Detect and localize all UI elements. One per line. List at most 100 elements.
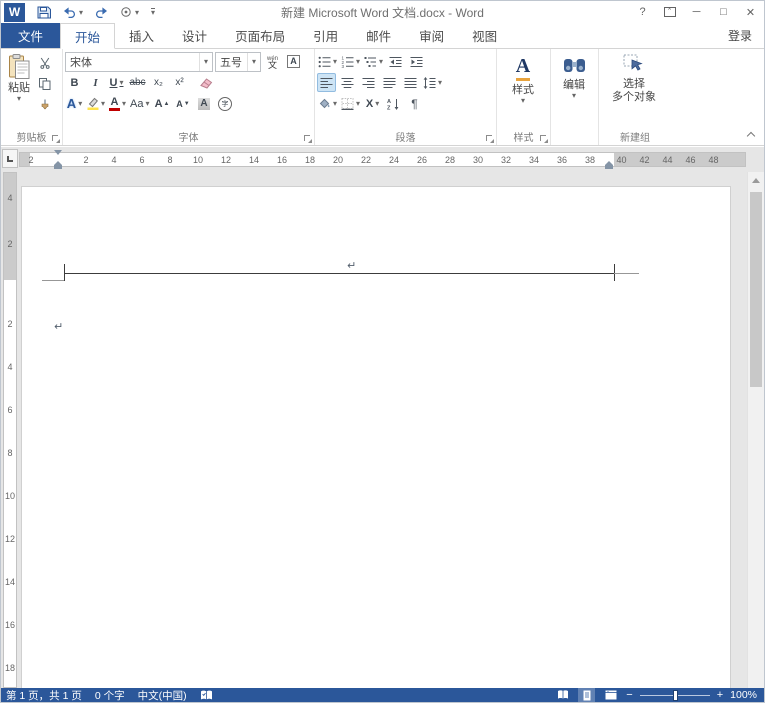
tab-references[interactable]: 引用	[299, 23, 352, 48]
cut-button[interactable]	[35, 53, 54, 72]
character-shading-button[interactable]: A	[195, 94, 214, 113]
font-name-dropdown-arrow[interactable]: ▾	[199, 53, 212, 71]
decrease-indent-icon	[389, 56, 402, 68]
document-page[interactable]: ↵ ↵	[21, 186, 731, 688]
italic-button[interactable]: I	[86, 73, 105, 92]
bullets-button[interactable]	[317, 52, 338, 71]
tab-view[interactable]: 视图	[458, 23, 511, 48]
multilevel-list-button[interactable]	[363, 52, 384, 71]
close-button[interactable]: ✕	[737, 1, 764, 23]
font-color-button[interactable]: A	[108, 94, 127, 113]
highlight-button[interactable]	[86, 94, 106, 113]
word-count-status[interactable]: 0 个字	[95, 688, 125, 703]
font-size-dropdown-arrow[interactable]: ▾	[247, 53, 260, 71]
zoom-in-button[interactable]: +	[717, 690, 723, 701]
enclose-characters-button[interactable]: 字	[216, 94, 235, 113]
subscript-button[interactable]: x₂	[149, 73, 168, 92]
select-multiple-objects-button[interactable]: 选择 多个对象	[601, 51, 667, 128]
font-name-combo[interactable]: 宋体▾	[65, 52, 213, 72]
styles-dialog-launcher[interactable]	[539, 134, 548, 143]
proofing-status-button[interactable]	[200, 690, 213, 701]
ruler-margin-numbers-right: 4042444648	[610, 152, 725, 167]
asian-layout-button[interactable]: X	[363, 94, 382, 113]
distribute-button[interactable]	[401, 73, 420, 92]
change-case-button[interactable]: Aa	[129, 94, 150, 113]
paste-button[interactable]: 粘贴 ▾	[3, 51, 35, 128]
tab-selector-button[interactable]	[2, 149, 18, 168]
clipboard-dialog-launcher[interactable]	[51, 134, 60, 143]
zoom-slider[interactable]	[640, 695, 710, 696]
collapse-ribbon-button[interactable]	[744, 128, 758, 140]
format-painter-button[interactable]	[35, 95, 54, 114]
page-number-status[interactable]: 第 1 页，共 1 页	[6, 688, 82, 703]
superscript-button[interactable]: x²	[170, 73, 189, 92]
styles-button[interactable]: A 样式 ▾	[499, 51, 547, 128]
shrink-font-button[interactable]: A▼	[174, 94, 193, 113]
signin-link[interactable]: 登录	[716, 23, 764, 48]
tab-insert[interactable]: 插入	[115, 23, 168, 48]
font-dialog-launcher[interactable]	[303, 134, 312, 143]
save-button[interactable]	[37, 6, 51, 19]
text-effects-button[interactable]: A	[65, 94, 84, 113]
print-layout-view-button[interactable]	[578, 688, 595, 702]
decrease-indent-button[interactable]	[386, 52, 405, 71]
touch-mode-button[interactable]	[120, 6, 139, 18]
title-bar: W ▾ 新建 Microsoft Word 文档.docx - Word ? ⌃…	[1, 1, 764, 23]
hanging-indent-marker[interactable]	[54, 161, 62, 169]
vertical-ruler-numbers: 24681012141618	[1, 302, 19, 688]
tab-stop-icon	[7, 156, 13, 162]
tab-file[interactable]: 文件	[1, 23, 60, 48]
increase-indent-button[interactable]	[407, 52, 426, 71]
scrollbar-thumb[interactable]	[750, 192, 762, 387]
tab-page-layout[interactable]: 页面布局	[221, 23, 299, 48]
zoom-out-button[interactable]: −	[626, 690, 632, 701]
help-button[interactable]: ?	[629, 1, 656, 23]
horizontal-line[interactable]	[64, 273, 614, 274]
zoom-slider-thumb[interactable]	[673, 690, 678, 701]
tab-design[interactable]: 设计	[168, 23, 221, 48]
tab-mailings[interactable]: 邮件	[352, 23, 405, 48]
justify-button[interactable]	[380, 73, 399, 92]
minimize-button[interactable]: ─	[683, 1, 710, 23]
show-hide-marks-button[interactable]: ¶	[405, 94, 424, 113]
ribbon-display-options-button[interactable]: ⌃	[656, 1, 683, 23]
clear-formatting-button[interactable]	[197, 73, 216, 92]
character-border-button[interactable]: A	[284, 52, 303, 71]
phonetic-guide-icon: wén 文	[267, 56, 278, 68]
paragraph-dialog-launcher[interactable]	[485, 134, 494, 143]
phonetic-guide-button[interactable]: wén 文	[263, 52, 282, 71]
vertical-ruler[interactable]: 42 24681012141618	[1, 172, 19, 688]
vertical-scrollbar[interactable]	[747, 172, 764, 688]
customize-qat-button[interactable]: ▾	[151, 8, 155, 16]
editing-button[interactable]: 编辑 ▾	[553, 51, 595, 128]
undo-button[interactable]	[63, 7, 83, 18]
redo-button[interactable]	[95, 7, 108, 18]
align-left-button[interactable]	[317, 73, 336, 92]
copy-button[interactable]	[35, 74, 54, 93]
horizontal-ruler[interactable]: 2 2468101214161820222426283032343638 404…	[1, 147, 764, 172]
select-cursor-icon	[623, 54, 645, 75]
sort-button[interactable]: AZ	[384, 94, 403, 113]
numbering-button[interactable]: 123	[340, 52, 361, 71]
maximize-button[interactable]: □	[710, 1, 737, 23]
scroll-up-arrow-icon[interactable]	[752, 178, 760, 183]
right-indent-marker[interactable]	[605, 161, 613, 169]
word-window: W ▾ 新建 Microsoft Word 文档.docx - Word ? ⌃…	[0, 0, 765, 703]
grow-font-button[interactable]: A▲	[153, 94, 172, 113]
line-spacing-button[interactable]	[422, 73, 443, 92]
align-center-button[interactable]	[338, 73, 357, 92]
zoom-percentage[interactable]: 100%	[730, 689, 757, 701]
underline-button[interactable]: U	[107, 73, 126, 92]
tab-home[interactable]: 开始	[60, 23, 115, 49]
tab-review[interactable]: 审阅	[405, 23, 458, 48]
web-layout-view-button[interactable]	[602, 688, 619, 702]
align-right-button[interactable]	[359, 73, 378, 92]
first-line-indent-marker[interactable]	[54, 150, 62, 155]
bold-button[interactable]: B	[65, 73, 84, 92]
language-status[interactable]: 中文(中国)	[138, 688, 187, 703]
font-size-combo[interactable]: 五号▾	[215, 52, 261, 72]
borders-button[interactable]	[340, 94, 361, 113]
strikethrough-button[interactable]: abc	[128, 73, 147, 92]
read-mode-view-button[interactable]	[554, 688, 571, 702]
shading-button[interactable]	[317, 94, 338, 113]
